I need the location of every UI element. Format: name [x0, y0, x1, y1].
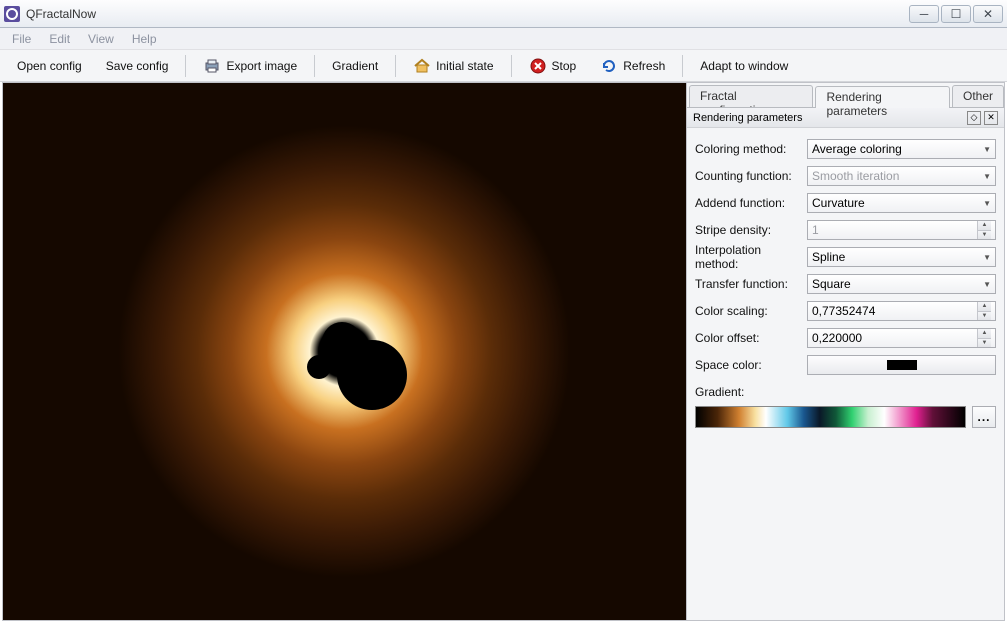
tab-fractal-configuration[interactable]: Fractal configuration [689, 85, 813, 107]
gradient-label: Gradient [332, 59, 378, 73]
chevron-down-icon: ▼ [983, 253, 991, 262]
spin-up-icon[interactable]: ▲ [977, 329, 991, 338]
spin-up-icon: ▲ [977, 221, 991, 230]
gradient-label: Gradient: [695, 385, 807, 399]
panel-body: Rendering parameters ◇ ✕ Coloring method… [687, 107, 1004, 620]
initial-state-button[interactable]: Initial state [402, 52, 504, 80]
counting-function-combo: Smooth iteration▼ [807, 166, 996, 186]
stop-icon [529, 57, 547, 75]
window-title: QFractalNow [26, 7, 909, 21]
fractal-canvas[interactable] [3, 83, 686, 620]
addend-function-label: Addend function: [695, 196, 807, 210]
chevron-down-icon: ▼ [983, 145, 991, 154]
adapt-to-window-button[interactable]: Adapt to window [689, 54, 799, 78]
export-image-button[interactable]: Export image [192, 52, 308, 80]
open-config-label: Open config [17, 59, 82, 73]
tab-rendering-parameters[interactable]: Rendering parameters [815, 86, 950, 108]
space-color-button[interactable] [807, 355, 996, 375]
toolbar-separator [682, 55, 683, 77]
menu-help[interactable]: Help [124, 30, 165, 48]
side-panel: Fractal configuration Rendering paramete… [686, 83, 1004, 620]
tab-other[interactable]: Other [952, 85, 1004, 107]
interpolation-method-combo[interactable]: Spline▼ [807, 247, 996, 267]
chevron-down-icon: ▼ [983, 172, 991, 181]
transfer-function-combo[interactable]: Square▼ [807, 274, 996, 294]
spin-down-icon[interactable]: ▼ [977, 311, 991, 321]
menu-edit[interactable]: Edit [41, 30, 78, 48]
refresh-button[interactable]: Refresh [589, 52, 676, 80]
maximize-button[interactable]: ☐ [941, 5, 971, 23]
open-config-button[interactable]: Open config [6, 54, 93, 78]
save-config-label: Save config [106, 59, 169, 73]
counting-function-label: Counting function: [695, 169, 807, 183]
gradient-bar[interactable] [695, 406, 966, 428]
save-config-button[interactable]: Save config [95, 54, 180, 78]
toolbar-separator [314, 55, 315, 77]
color-offset-label: Color offset: [695, 331, 807, 345]
toolbar: Open config Save config Export image Gra… [0, 50, 1007, 82]
refresh-icon [600, 57, 618, 75]
refresh-label: Refresh [623, 59, 665, 73]
toolbar-separator [395, 55, 396, 77]
color-offset-spin[interactable]: 0,220000▲▼ [807, 328, 996, 348]
stop-label: Stop [552, 59, 577, 73]
spin-up-icon[interactable]: ▲ [977, 302, 991, 311]
gradient-more-button[interactable]: ... [972, 406, 996, 428]
close-button[interactable]: ✕ [973, 5, 1003, 23]
close-panel-icon[interactable]: ✕ [984, 111, 998, 125]
space-color-label: Space color: [695, 358, 807, 372]
stripe-density-label: Stripe density: [695, 223, 807, 237]
interpolation-method-label: Interpolation method: [695, 243, 807, 271]
color-scaling-spin[interactable]: 0,77352474▲▼ [807, 301, 996, 321]
chevron-down-icon: ▼ [983, 199, 991, 208]
color-scaling-label: Color scaling: [695, 304, 807, 318]
toolbar-separator [511, 55, 512, 77]
menu-file[interactable]: File [4, 30, 39, 48]
initial-state-label: Initial state [436, 59, 493, 73]
adapt-label: Adapt to window [700, 59, 788, 73]
minimize-button[interactable]: ─ [909, 5, 939, 23]
stop-button[interactable]: Stop [518, 52, 588, 80]
app-icon [4, 6, 20, 22]
addend-function-combo[interactable]: Curvature▼ [807, 193, 996, 213]
transfer-function-label: Transfer function: [695, 277, 807, 291]
export-image-label: Export image [226, 59, 297, 73]
stripe-density-spin: 1▲▼ [807, 220, 996, 240]
main-area: Fractal configuration Rendering paramete… [2, 82, 1005, 621]
rendering-form: Coloring method: Average coloring▼ Count… [687, 128, 1004, 436]
spin-down-icon: ▼ [977, 230, 991, 240]
spin-down-icon[interactable]: ▼ [977, 338, 991, 348]
titlebar: QFractalNow ─ ☐ ✕ [0, 0, 1007, 28]
chevron-down-icon: ▼ [983, 280, 991, 289]
menubar: File Edit View Help [0, 28, 1007, 50]
toolbar-separator [185, 55, 186, 77]
mandelbrot-set [317, 330, 407, 420]
coloring-method-label: Coloring method: [695, 142, 807, 156]
coloring-method-combo[interactable]: Average coloring▼ [807, 139, 996, 159]
undock-icon[interactable]: ◇ [967, 111, 981, 125]
printer-icon [203, 57, 221, 75]
home-icon [413, 57, 431, 75]
menu-view[interactable]: View [80, 30, 122, 48]
gradient-button[interactable]: Gradient [321, 54, 389, 78]
panel-tabs: Fractal configuration Rendering paramete… [687, 83, 1004, 107]
space-color-swatch [887, 360, 917, 370]
